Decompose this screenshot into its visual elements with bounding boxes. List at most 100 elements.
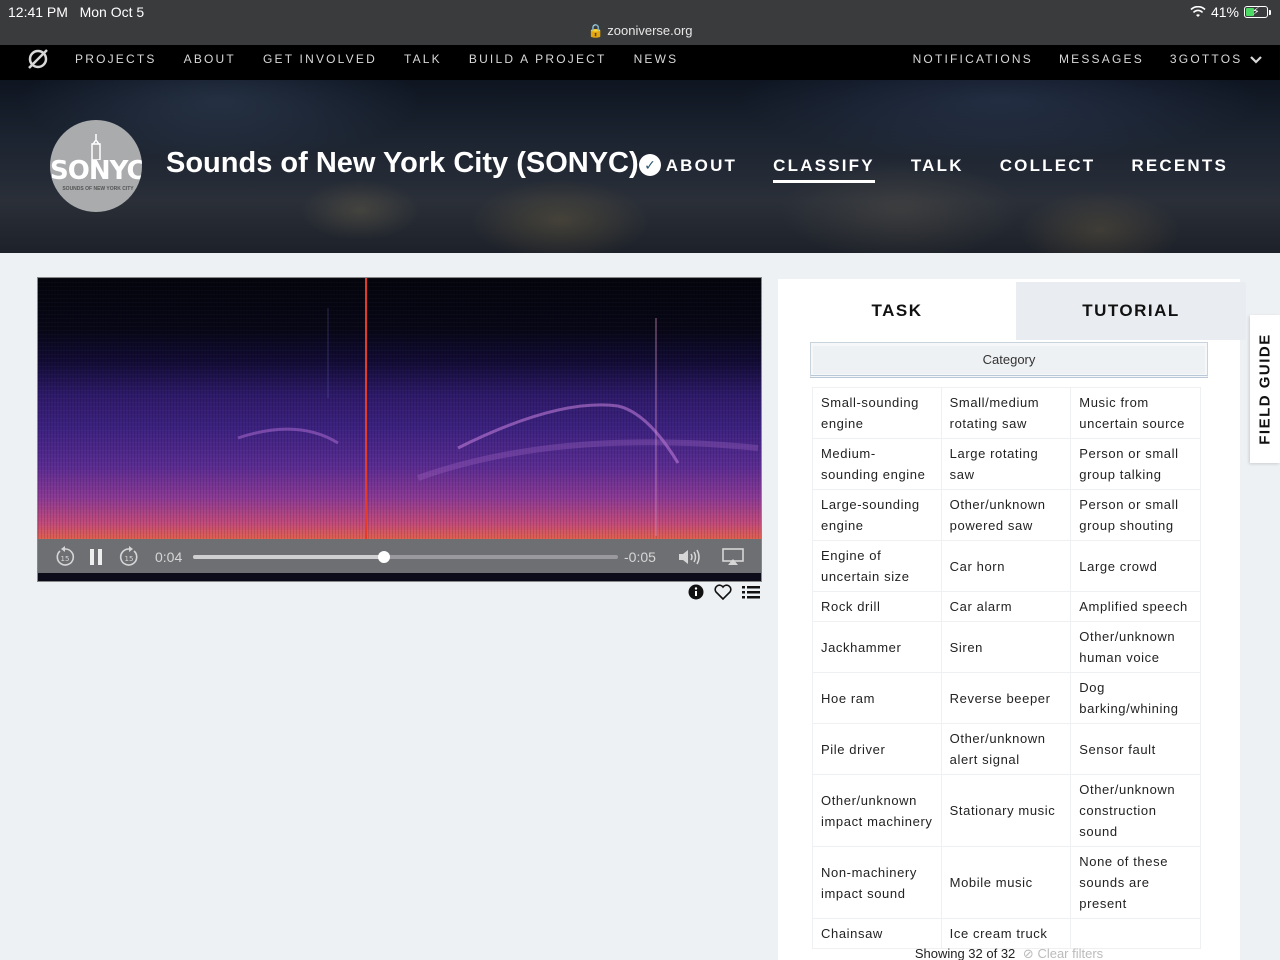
choice-option[interactable]: Reverse beeper (940, 672, 1072, 724)
project-nav: ABOUT CLASSIFY TALK COLLECT RECENTS (666, 156, 1228, 183)
nav-projects[interactable]: PROJECTS (75, 52, 157, 66)
project-avatar[interactable]: SONYC SOUNDS OF NEW YORK CITY (50, 120, 142, 212)
choice-option[interactable]: Car horn (940, 540, 1072, 592)
airplay-icon[interactable] (722, 548, 744, 566)
spectrogram[interactable] (38, 278, 761, 539)
choice-option[interactable]: Large-sounding engine (812, 489, 942, 541)
url-text: zooniverse.org (607, 23, 693, 38)
choice-option[interactable]: Music from uncertain source (1070, 387, 1201, 439)
user-menu[interactable]: 3GOTTOS (1170, 52, 1262, 66)
choice-option[interactable]: Other/unknown alert signal (940, 723, 1072, 775)
volume-icon[interactable] (678, 548, 704, 566)
nav-talk[interactable]: TALK (404, 52, 442, 66)
check-badge-icon: ✓ (639, 154, 661, 176)
choice-option[interactable]: None of these sounds are present (1070, 846, 1201, 919)
choice-option[interactable]: Car alarm (940, 591, 1072, 622)
choice-option[interactable] (1070, 918, 1201, 949)
scrubber[interactable] (193, 551, 618, 563)
choice-option[interactable]: Amplified speech (1070, 591, 1201, 622)
choice-option[interactable]: Other/unknown powered saw (940, 489, 1072, 541)
svg-text:15: 15 (61, 555, 70, 563)
choice-option[interactable]: Person or small group shouting (1070, 489, 1201, 541)
choice-option[interactable]: Ice cream truck (940, 918, 1072, 949)
choice-row: Chainsaw Ice cream truck (812, 918, 1201, 949)
project-nav-about[interactable]: ABOUT (666, 156, 737, 176)
info-icon[interactable] (688, 584, 704, 600)
rewind-15-icon[interactable]: 15 (54, 546, 76, 568)
choice-option[interactable]: Hoe ram (812, 672, 942, 724)
collection-list-icon[interactable] (742, 584, 760, 600)
time-text: 12:41 PM (8, 4, 68, 20)
nav-about[interactable]: ABOUT (184, 52, 236, 66)
nav-build-project[interactable]: BUILD A PROJECT (469, 52, 607, 66)
category-filter: Category (810, 342, 1208, 378)
clear-filters-label: Clear filters (1037, 946, 1104, 960)
nav-notifications[interactable]: NOTIFICATIONS (913, 52, 1033, 66)
project-nav-collect[interactable]: COLLECT (1000, 156, 1096, 176)
spectrogram-contours (237, 308, 759, 536)
choice-option[interactable]: Large crowd (1070, 540, 1201, 592)
showing-text: Showing 32 of 32 (914, 946, 1016, 960)
status-bar: 12:41 PM Mon Oct 5 🔒 zooniverse.org 41% … (0, 0, 1280, 45)
choice-option[interactable]: Other/unknown human voice (1070, 621, 1201, 673)
choice-option[interactable]: Other/unknown construction sound (1070, 774, 1201, 847)
subject-viewer: 15 15 0:04 -0:05 (37, 277, 762, 582)
choice-option[interactable]: Large rotating saw (940, 438, 1072, 490)
svg-text:15: 15 (125, 555, 134, 563)
choice-option[interactable]: Mobile music (940, 846, 1072, 919)
choice-option[interactable]: Siren (940, 621, 1072, 673)
choice-option[interactable]: Rock drill (812, 591, 942, 622)
field-guide-label: FIELD GUIDE (1256, 333, 1274, 445)
elapsed-time: 0:04 (155, 549, 183, 565)
heart-icon[interactable] (714, 584, 732, 600)
choice-option[interactable]: Engine of uncertain size (812, 540, 942, 592)
charging-bolt-icon: ⚡ (1252, 6, 1260, 18)
choice-option[interactable]: Non-machinery impact sound (812, 846, 942, 919)
clear-filters-link[interactable]: ⊘ Clear filters (1023, 946, 1103, 960)
choice-row: Hoe ram Reverse beeper Dog barking/whining (812, 672, 1201, 724)
project-title: Sounds of New York City (SONYC) (166, 147, 639, 179)
forward-15-icon[interactable]: 15 (118, 546, 140, 568)
nav-messages[interactable]: MESSAGES (1059, 52, 1144, 66)
site-nav: PROJECTS ABOUT GET INVOLVED TALK BUILD A… (0, 45, 1280, 80)
project-nav-classify[interactable]: CLASSIFY (773, 156, 875, 183)
category-filter-button[interactable]: Category (813, 346, 1205, 374)
nav-news[interactable]: NEWS (634, 52, 679, 66)
results-count: Showing 32 of 32 ⊘ Clear filters (778, 946, 1240, 960)
username: 3GOTTOS (1169, 52, 1243, 66)
choice-option[interactable]: Small-sounding engine (812, 387, 942, 439)
tab-task[interactable]: TASK (778, 282, 1016, 340)
project-nav-recents[interactable]: RECENTS (1131, 156, 1228, 176)
choice-row: Rock drill Car alarm Amplified speech (812, 591, 1201, 622)
choice-option[interactable]: Pile driver (812, 723, 942, 775)
playhead[interactable] (365, 278, 367, 539)
remaining-time: -0:05 (624, 549, 656, 565)
choice-row: Engine of uncertain size Car horn Large cr… (812, 540, 1201, 592)
choice-option[interactable]: Dog barking/whining (1070, 672, 1201, 724)
choice-row: Non-machinery impact sound Mobile music No… (812, 846, 1201, 919)
battery-icon: ⚡ (1244, 6, 1271, 18)
nav-get-involved[interactable]: GET INVOLVED (263, 52, 377, 66)
zooniverse-logo-icon[interactable] (27, 48, 49, 70)
choice-option[interactable]: Chainsaw (812, 918, 942, 949)
pause-icon[interactable] (88, 548, 104, 566)
lock-icon: 🔒 (587, 23, 604, 38)
choice-option[interactable]: Stationary music (940, 774, 1072, 847)
project-nav-talk[interactable]: TALK (911, 156, 964, 176)
logo-subtitle: SOUNDS OF NEW YORK CITY (62, 186, 134, 192)
scrubber-handle[interactable] (378, 551, 391, 563)
choice-option[interactable]: Person or small group talking (1070, 438, 1201, 490)
status-time: 12:41 PM Mon Oct 5 (8, 4, 144, 20)
subject-actions (688, 584, 760, 600)
choice-row: Other/unknown impact machinery Stationary… (812, 774, 1201, 847)
tab-tutorial[interactable]: TUTORIAL (1016, 282, 1246, 340)
field-guide-tab[interactable]: FIELD GUIDE (1250, 315, 1280, 463)
choice-option[interactable]: Jackhammer (812, 621, 942, 673)
url-bar[interactable]: 🔒 zooniverse.org (0, 23, 1280, 39)
choice-option[interactable]: Sensor fault (1070, 723, 1201, 775)
status-indicators: 41% ⚡ (1190, 4, 1271, 20)
project-header: SONYC SOUNDS OF NEW YORK CITY Sounds of … (0, 80, 1280, 253)
choice-option[interactable]: Medium-sounding engine (812, 438, 942, 490)
choice-option[interactable]: Other/unknown impact machinery (812, 774, 942, 847)
choice-option[interactable]: Small/medium rotating saw (940, 387, 1072, 439)
